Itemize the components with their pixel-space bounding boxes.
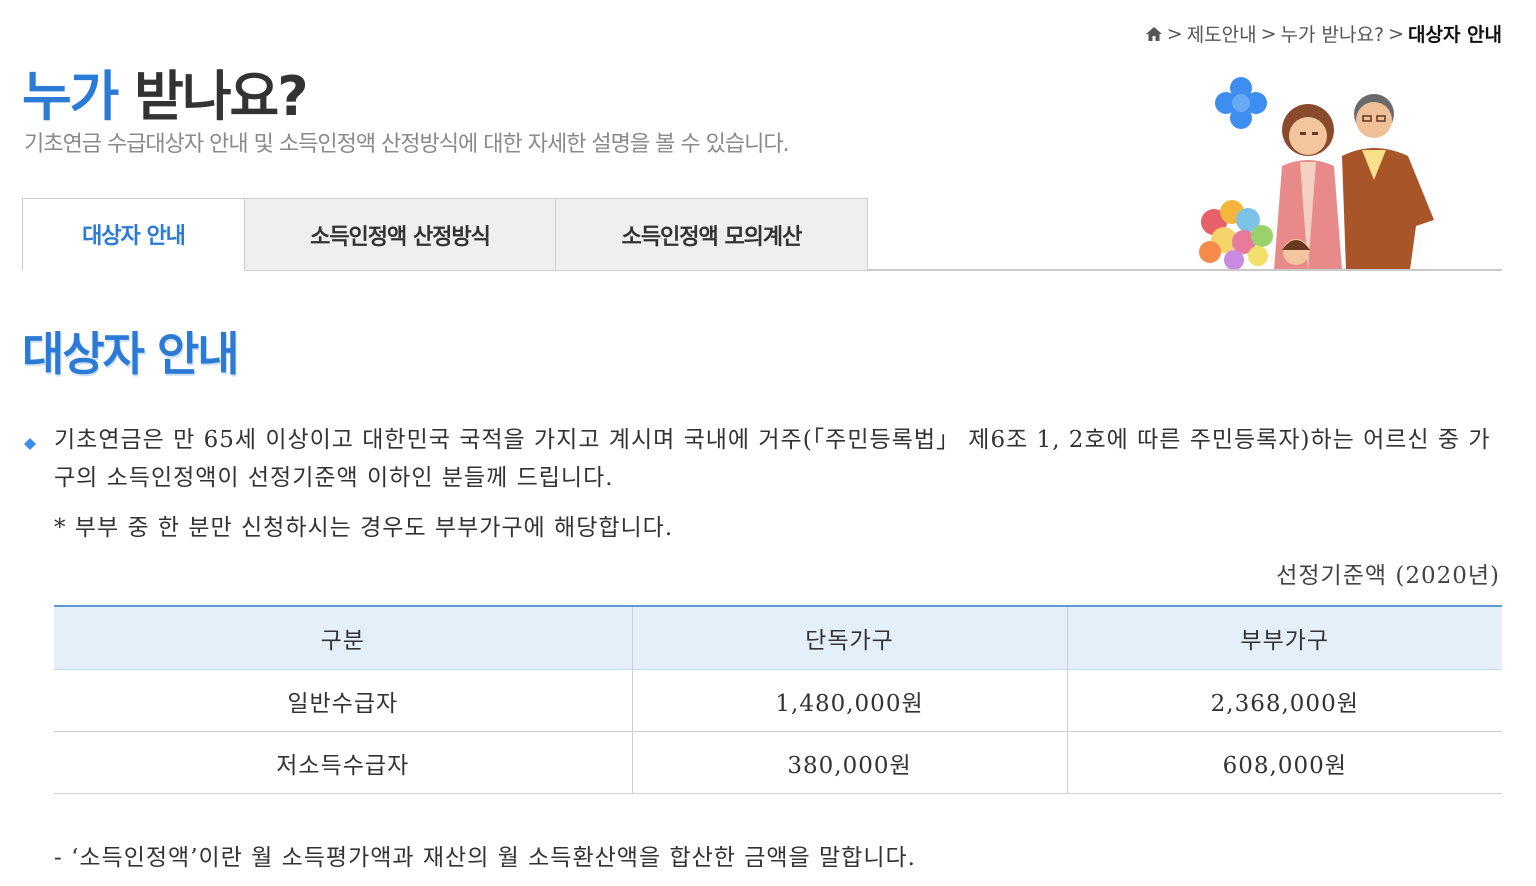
- tab-income-simulation[interactable]: 소득인정액 모의계산: [556, 198, 868, 271]
- breadcrumb: > 제도안내 > 누가 받나요? > 대상자 안내: [1145, 20, 1502, 47]
- tab-target-guide[interactable]: 대상자 안내: [22, 198, 245, 271]
- table-header-row: 구분 단독가구 부부가구: [54, 605, 1502, 670]
- table-cell: 380,000원: [631, 731, 1067, 794]
- table-caption: 선정기준액 (2020년): [1276, 563, 1500, 589]
- page-title-accent: 누가: [22, 65, 119, 128]
- table-row: 저소득수급자 380,000원 608,000원: [54, 731, 1502, 794]
- tab-income-calculation-method[interactable]: 소득인정액 산정방식: [245, 198, 556, 271]
- diamond-bullet-icon: [24, 435, 36, 450]
- breadcrumb-separator: >: [1260, 22, 1277, 45]
- page-title: 누가 받나요?: [22, 52, 309, 131]
- criteria-table: 구분 단독가구 부부가구 일반수급자 1,480,000원 2,368,000원…: [54, 605, 1502, 794]
- table-header-couple: 부부가구: [1066, 605, 1502, 670]
- table-cell: 608,000원: [1066, 731, 1502, 794]
- couple-note: * 부부 중 한 분만 신청하시는 경우도 부부가구에 해당합니다.: [54, 515, 674, 541]
- breadcrumb-separator: >: [1166, 22, 1183, 45]
- table-row: 일반수급자 1,480,000원 2,368,000원: [54, 669, 1502, 732]
- breadcrumb-item-who-receives[interactable]: 누가 받나요?: [1281, 20, 1385, 47]
- eligibility-description: 기초연금은 만 65세 이상이고 대한민국 국적을 가지고 계시며 국내에 거주…: [54, 427, 1491, 491]
- table-cell: 저소득수급자: [54, 731, 632, 794]
- table-cell: 일반수급자: [54, 669, 632, 732]
- flower-icon: [1215, 77, 1267, 129]
- table-header-single: 단독가구: [631, 605, 1067, 670]
- table-cell: 1,480,000원: [631, 669, 1067, 732]
- breadcrumb-current: 대상자 안내: [1407, 24, 1502, 46]
- breadcrumb-separator: >: [1388, 22, 1404, 45]
- page-title-rest: 받나요?: [117, 65, 308, 128]
- page-subtitle: 기초연금 수급대상자 안내 및 소득인정액 산정방식에 대한 자세한 설명을 볼…: [24, 132, 790, 157]
- income-definition-footnote: - ‘소득인정액’이란 월 소득평가액과 재산의 월 소득환산액을 합산한 금액…: [54, 845, 916, 871]
- table-header-category: 구분: [54, 605, 632, 670]
- section-title: 대상자 안내: [22, 327, 240, 381]
- home-icon[interactable]: [1145, 25, 1163, 43]
- breadcrumb-item-system-guide[interactable]: 제도안내: [1187, 20, 1257, 47]
- table-cell: 2,368,000원: [1066, 669, 1502, 732]
- tab-bar: 대상자 안내 소득인정액 산정방식 소득인정액 모의계산: [22, 198, 1502, 271]
